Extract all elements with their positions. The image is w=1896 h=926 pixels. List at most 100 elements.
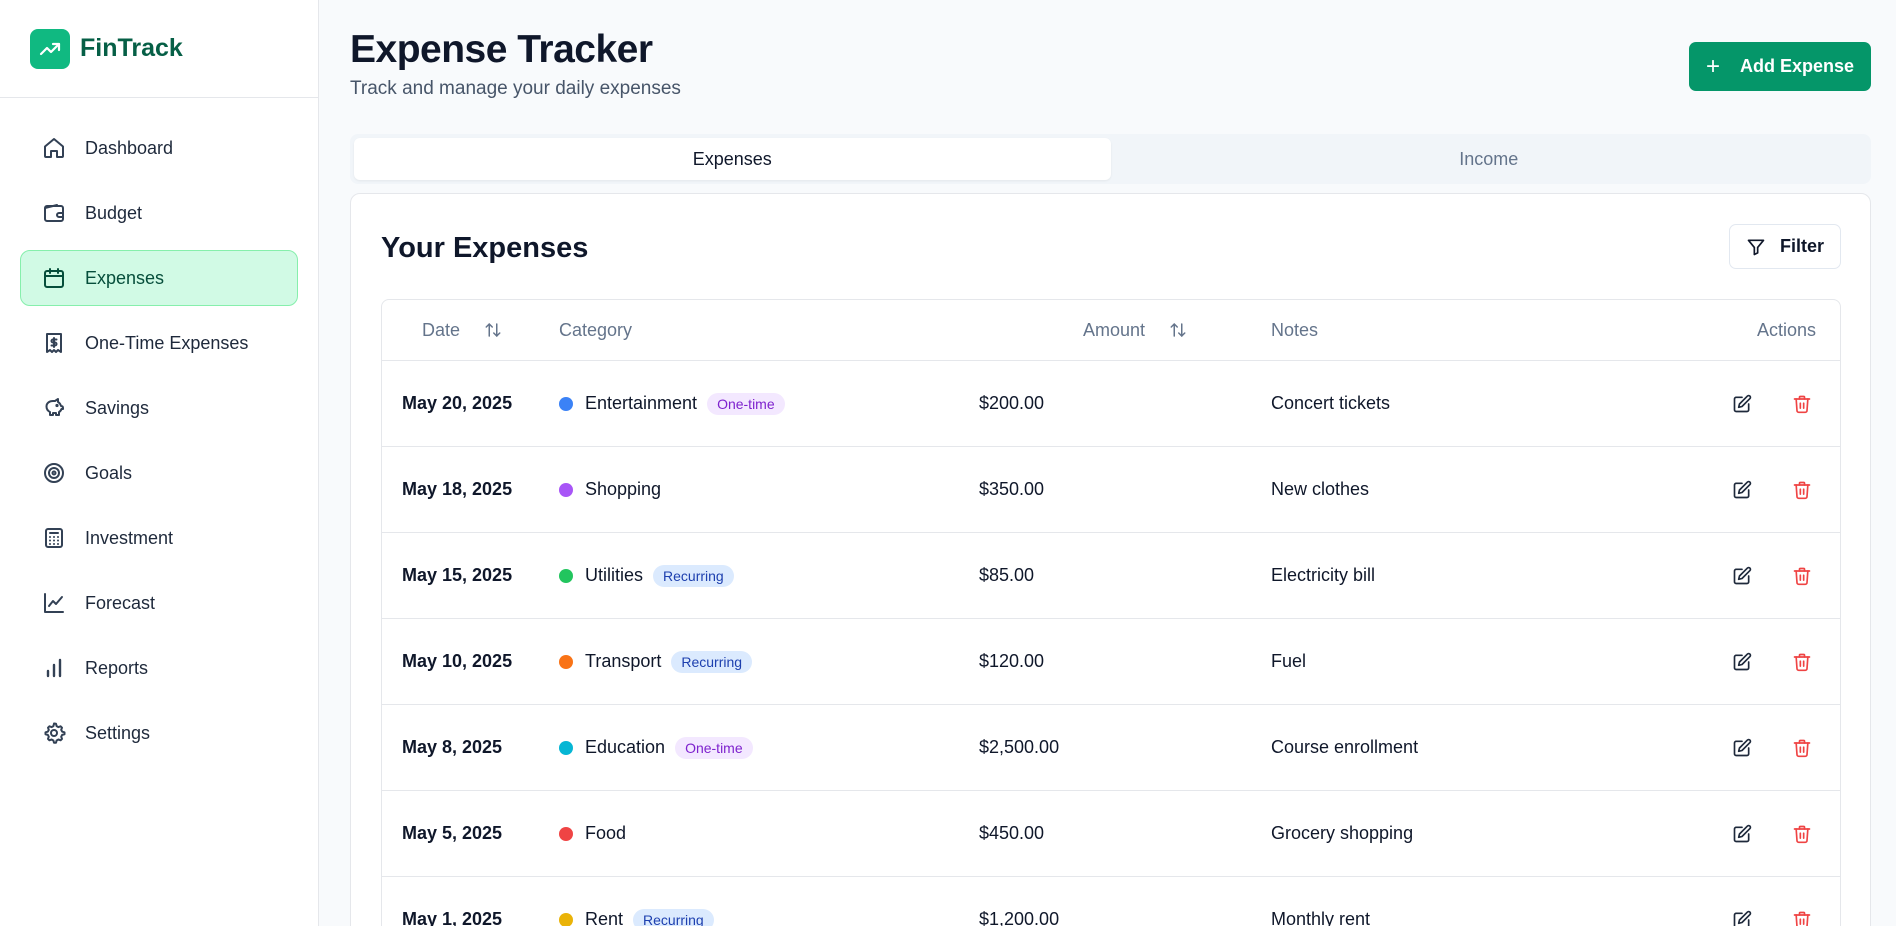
table-row: May 5, 2025 Food $450.00 Grocery shopping xyxy=(382,791,1840,877)
sidebar-item-investment[interactable]: Investment xyxy=(20,510,298,566)
sidebar-item-one-time-expenses[interactable]: One-Time Expenses xyxy=(20,315,298,371)
expense-date: May 20, 2025 xyxy=(402,393,513,413)
expense-category: Rent Recurring xyxy=(559,908,979,926)
table-header: Date Category Amount Notes Actions xyxy=(382,300,1840,361)
category-label: Utilities xyxy=(585,565,644,585)
category-color-dot xyxy=(559,396,573,411)
expense-category: Transport Recurring xyxy=(559,650,979,673)
edit-icon[interactable] xyxy=(1728,476,1756,504)
edit-icon[interactable] xyxy=(1728,390,1756,418)
row-actions xyxy=(1651,648,1840,676)
expense-notes: Electricity bill xyxy=(1271,565,1376,585)
sidebar-item-label: Settings xyxy=(85,722,151,743)
sidebar-item-label: Investment xyxy=(85,527,174,548)
row-actions xyxy=(1651,476,1840,504)
row-actions xyxy=(1651,390,1840,418)
category-label: Entertainment xyxy=(585,393,698,413)
edit-icon[interactable] xyxy=(1728,906,1756,926)
sidebar-item-label: Savings xyxy=(85,397,150,418)
expense-notes: New clothes xyxy=(1271,479,1370,499)
trash-icon[interactable] xyxy=(1788,734,1816,762)
sidebar-item-forecast[interactable]: Forecast xyxy=(20,575,298,631)
edit-icon[interactable] xyxy=(1728,820,1756,848)
sort-icon[interactable] xyxy=(1169,321,1187,339)
row-actions xyxy=(1651,734,1840,762)
sidebar-item-settings[interactable]: Settings xyxy=(20,705,298,761)
trash-icon[interactable] xyxy=(1788,648,1816,676)
table-row: May 20, 2025 Entertainment One-time $200.00… xyxy=(382,361,1840,447)
sidebar-item-goals[interactable]: Goals xyxy=(20,445,298,501)
row-actions xyxy=(1651,906,1840,926)
category-label: Education xyxy=(585,737,666,757)
wallet-icon xyxy=(41,200,67,226)
edit-icon[interactable] xyxy=(1728,562,1756,590)
category-color-dot xyxy=(559,740,573,755)
tab-bar: Expenses Income xyxy=(350,134,1871,184)
expenses-card: Your Expenses Filter Date Category Amoun… xyxy=(350,193,1871,926)
type-badge: One-time xyxy=(707,392,785,415)
trash-icon[interactable] xyxy=(1788,476,1816,504)
table-row: May 1, 2025 Rent Recurring $1,200.00 Monthly… xyxy=(382,877,1840,926)
sidebar-item-expenses[interactable]: Expenses xyxy=(20,250,298,306)
sidebar-item-dashboard[interactable]: Dashboard xyxy=(20,120,298,176)
expenses-table: Date Category Amount Notes Actions May 2… xyxy=(381,299,1841,926)
sidebar-item-reports[interactable]: Reports xyxy=(20,640,298,696)
sidebar-item-budget[interactable]: Budget xyxy=(20,185,298,241)
column-date-label: Date xyxy=(422,319,461,340)
table-body: May 20, 2025 Entertainment One-time $200.00… xyxy=(382,361,1840,926)
edit-icon[interactable] xyxy=(1728,734,1756,762)
sidebar-item-label: Expenses xyxy=(85,267,165,288)
calendar-icon xyxy=(41,265,67,291)
line-chart-icon xyxy=(41,590,67,616)
edit-icon[interactable] xyxy=(1728,648,1756,676)
category-color-dot xyxy=(559,826,573,841)
column-actions: Actions xyxy=(1756,319,1816,340)
expense-amount: $450.00 xyxy=(979,823,1045,843)
filter-icon xyxy=(1746,237,1766,257)
sidebar-nav: Dashboard Budget Expenses One-Time Expenses… xyxy=(0,98,318,761)
tab-income[interactable]: Income xyxy=(1111,138,1868,180)
calculator-icon xyxy=(41,525,67,551)
bar-chart-icon xyxy=(41,655,67,681)
trash-icon[interactable] xyxy=(1788,562,1816,590)
sidebar-item-label: Forecast xyxy=(85,592,156,613)
category-label: Rent xyxy=(585,909,624,926)
page-title: Expense Tracker xyxy=(350,28,653,71)
trash-icon[interactable] xyxy=(1788,820,1816,848)
expense-category: Utilities Recurring xyxy=(559,564,979,587)
expense-amount: $2,500.00 xyxy=(979,737,1060,757)
category-color-dot xyxy=(559,912,573,926)
trash-icon[interactable] xyxy=(1788,390,1816,418)
add-expense-button[interactable]: + Add Expense xyxy=(1689,42,1871,91)
tab-expenses[interactable]: Expenses xyxy=(354,138,1111,180)
sort-icon[interactable] xyxy=(484,321,502,339)
expense-notes: Course enrollment xyxy=(1271,737,1419,757)
type-badge: Recurring xyxy=(671,650,753,673)
category-color-dot xyxy=(559,654,573,669)
page-subtitle: Track and manage your daily expenses xyxy=(350,78,681,99)
category-label: Transport xyxy=(585,651,662,671)
target-icon xyxy=(41,460,67,486)
column-date[interactable]: Date xyxy=(382,320,559,341)
type-badge: One-time xyxy=(675,736,753,759)
expense-amount: $85.00 xyxy=(979,565,1035,585)
expense-date: May 10, 2025 xyxy=(402,651,513,671)
sidebar-item-label: Goals xyxy=(85,462,133,483)
sidebar: FinTrack Dashboard Budget Expenses One-Time… xyxy=(0,0,319,926)
column-amount[interactable]: Amount xyxy=(979,320,1271,341)
sidebar-item-savings[interactable]: Savings xyxy=(20,380,298,436)
category-label: Shopping xyxy=(585,479,662,499)
filter-button[interactable]: Filter xyxy=(1729,224,1841,269)
brand-name: FinTrack xyxy=(80,34,183,62)
home-icon xyxy=(41,135,67,161)
gear-icon xyxy=(41,720,67,746)
expense-amount: $350.00 xyxy=(979,479,1045,499)
expense-date: May 1, 2025 xyxy=(402,909,503,926)
trash-icon[interactable] xyxy=(1788,906,1816,926)
column-notes: Notes xyxy=(1271,319,1319,340)
expense-date: May 18, 2025 xyxy=(402,479,513,499)
sidebar-item-label: Dashboard xyxy=(85,137,174,158)
sidebar-item-label: Budget xyxy=(85,202,143,223)
card-title: Your Expenses xyxy=(381,232,589,264)
brand[interactable]: FinTrack xyxy=(0,0,318,98)
